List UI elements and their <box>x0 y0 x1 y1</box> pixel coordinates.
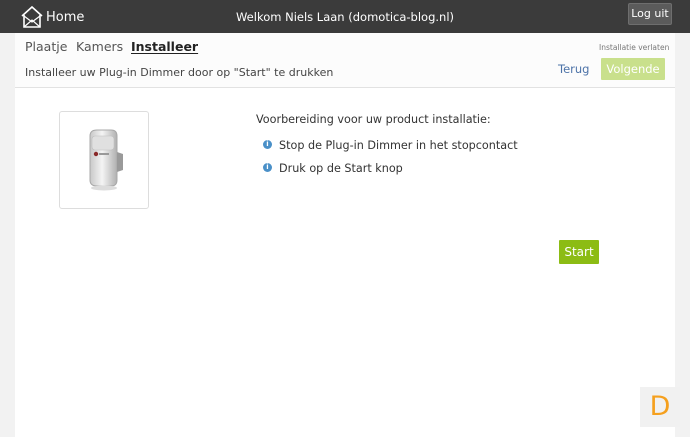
info-icon: i <box>263 163 272 172</box>
main-panel: Plaatje Kamers Installeer Installatie ve… <box>15 33 675 437</box>
tab-kamers[interactable]: Kamers <box>76 39 123 54</box>
welcome-text: Welkom Niels Laan (domotica-blog.nl) <box>235 10 454 24</box>
plug-in-dimmer-icon <box>89 129 123 191</box>
product-image <box>59 111 149 209</box>
top-bar: Home Welkom Niels Laan (domotica-blog.nl… <box>0 0 690 33</box>
install-header: Plaatje Kamers Installeer Installatie ve… <box>15 33 675 88</box>
next-button[interactable]: Volgende <box>601 58 665 80</box>
tab-installeer[interactable]: Installeer <box>131 39 198 54</box>
install-instruction: Installeer uw Plug-in Dimmer door op "St… <box>25 66 334 79</box>
start-button[interactable]: Start <box>559 240 599 264</box>
step-text: Stop de Plug-in Dimmer in het stopcontac… <box>279 139 518 152</box>
back-link[interactable]: Terug <box>558 62 589 76</box>
preparation-title: Voorbereiding voor uw product installati… <box>256 113 491 126</box>
watermark-logo: D <box>640 387 680 427</box>
step-text: Druk op de Start knop <box>279 162 403 175</box>
logout-button[interactable]: Log uit <box>628 3 672 25</box>
tab-plaatje[interactable]: Plaatje <box>25 39 67 54</box>
info-icon: i <box>263 140 272 149</box>
leave-installation-link[interactable]: Installatie verlaten <box>599 43 669 52</box>
